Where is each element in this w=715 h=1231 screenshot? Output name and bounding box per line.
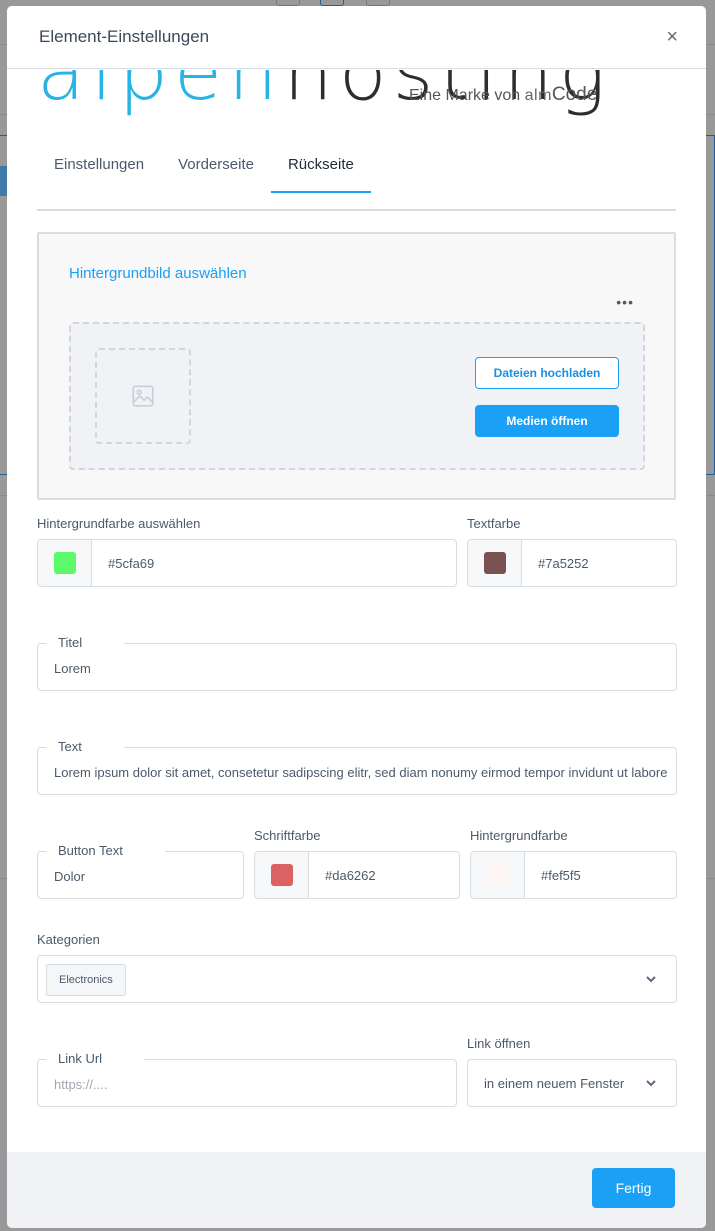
logo-part-1: alpen: [37, 70, 284, 118]
button-bg-color-picker[interactable]: [471, 852, 525, 898]
button-text-input[interactable]: Dolor: [54, 869, 241, 884]
link-open-select[interactable]: in einem neuem Fenster: [467, 1059, 677, 1107]
background-color-picker[interactable]: [38, 540, 92, 586]
chevron-down-icon[interactable]: [644, 1076, 658, 1090]
text-color-swatch[interactable]: [483, 552, 506, 574]
categories-label: Kategorien: [37, 932, 100, 947]
more-options-icon[interactable]: •••: [616, 294, 634, 310]
chevron-down-icon[interactable]: [644, 972, 658, 986]
title-label: Titel: [46, 635, 125, 651]
title-field[interactable]: Titel Lorem: [37, 635, 677, 691]
category-chip[interactable]: Electronics: [46, 964, 126, 996]
bg-tab: [0, 166, 7, 196]
tab-einstellungen[interactable]: Einstellungen: [37, 138, 161, 191]
text-color-field[interactable]: #7a5252: [467, 539, 677, 587]
done-button[interactable]: Fertig: [592, 1168, 675, 1208]
button-font-color-value[interactable]: #da6262: [309, 852, 376, 898]
tab-vorderseite[interactable]: Vorderseite: [161, 138, 271, 191]
button-font-color-field[interactable]: #da6262: [254, 851, 460, 899]
close-icon[interactable]: ×: [666, 27, 678, 47]
button-bg-color-swatch[interactable]: [486, 864, 509, 886]
link-url-input[interactable]: https://....: [54, 1077, 454, 1092]
background-color-label: Hintergrundfarbe auswählen: [37, 516, 201, 531]
title-input[interactable]: Lorem: [54, 661, 674, 676]
text-label: Text: [46, 739, 124, 755]
categories-select[interactable]: Electronics: [37, 955, 677, 1003]
button-font-color-swatch[interactable]: [270, 864, 293, 886]
link-open-value: in einem neuem Fenster: [484, 1076, 625, 1091]
button-bg-color-label: Hintergrundfarbe: [470, 828, 568, 843]
background-image-title: Hintergrundbild auswählen: [69, 265, 247, 282]
button-bg-color-value[interactable]: #fef5f5: [525, 852, 581, 898]
open-media-button[interactable]: Medien öffnen: [475, 405, 619, 437]
brand-logo: alpenhosting Eine Marke von almCode: [7, 70, 706, 118]
button-text-label: Button Text: [46, 843, 165, 859]
modal-header: Element-Einstellungen ×: [7, 6, 706, 69]
upload-files-button[interactable]: Dateien hochladen: [475, 357, 619, 389]
button-font-color-picker[interactable]: [255, 852, 309, 898]
background-color-value[interactable]: #5cfa69: [92, 540, 154, 586]
modal-title: Element-Einstellungen: [39, 27, 210, 46]
button-bg-color-field[interactable]: #fef5f5: [470, 851, 677, 899]
background-image-panel: Hintergrundbild auswählen ••• Dateien ho…: [37, 232, 676, 500]
link-url-label: Link Url: [46, 1051, 145, 1067]
link-open-label: Link öffnen: [467, 1036, 531, 1051]
image-icon: [132, 385, 154, 407]
modal-body[interactable]: alpenhosting Eine Marke von almCode Eins…: [7, 70, 706, 1151]
link-url-field[interactable]: Link Url https://....: [37, 1051, 457, 1107]
image-dropzone[interactable]: Dateien hochladen Medien öffnen: [69, 322, 645, 470]
logo-tagline: Eine Marke von almCode: [409, 84, 598, 105]
button-font-color-label: Schriftfarbe: [254, 828, 321, 843]
text-color-picker[interactable]: [468, 540, 522, 586]
text-color-label: Textfarbe: [467, 516, 521, 531]
text-input[interactable]: Lorem ipsum dolor sit amet, consetetur s…: [54, 765, 674, 780]
text-color-value[interactable]: #7a5252: [522, 540, 589, 586]
modal-footer: Fertig: [7, 1152, 706, 1228]
tab-rueckseite[interactable]: Rückseite: [270, 138, 371, 193]
tab-bar: Einstellungen Vorderseite Rückseite: [37, 156, 676, 211]
background-color-swatch[interactable]: [53, 552, 76, 574]
background-color-field[interactable]: #5cfa69: [37, 539, 457, 587]
image-placeholder: [95, 348, 191, 444]
element-settings-modal: Element-Einstellungen × alpenhosting Ein…: [7, 6, 706, 1228]
button-text-field[interactable]: Button Text Dolor: [37, 843, 244, 899]
text-field[interactable]: Text Lorem ipsum dolor sit amet, consete…: [37, 739, 677, 795]
